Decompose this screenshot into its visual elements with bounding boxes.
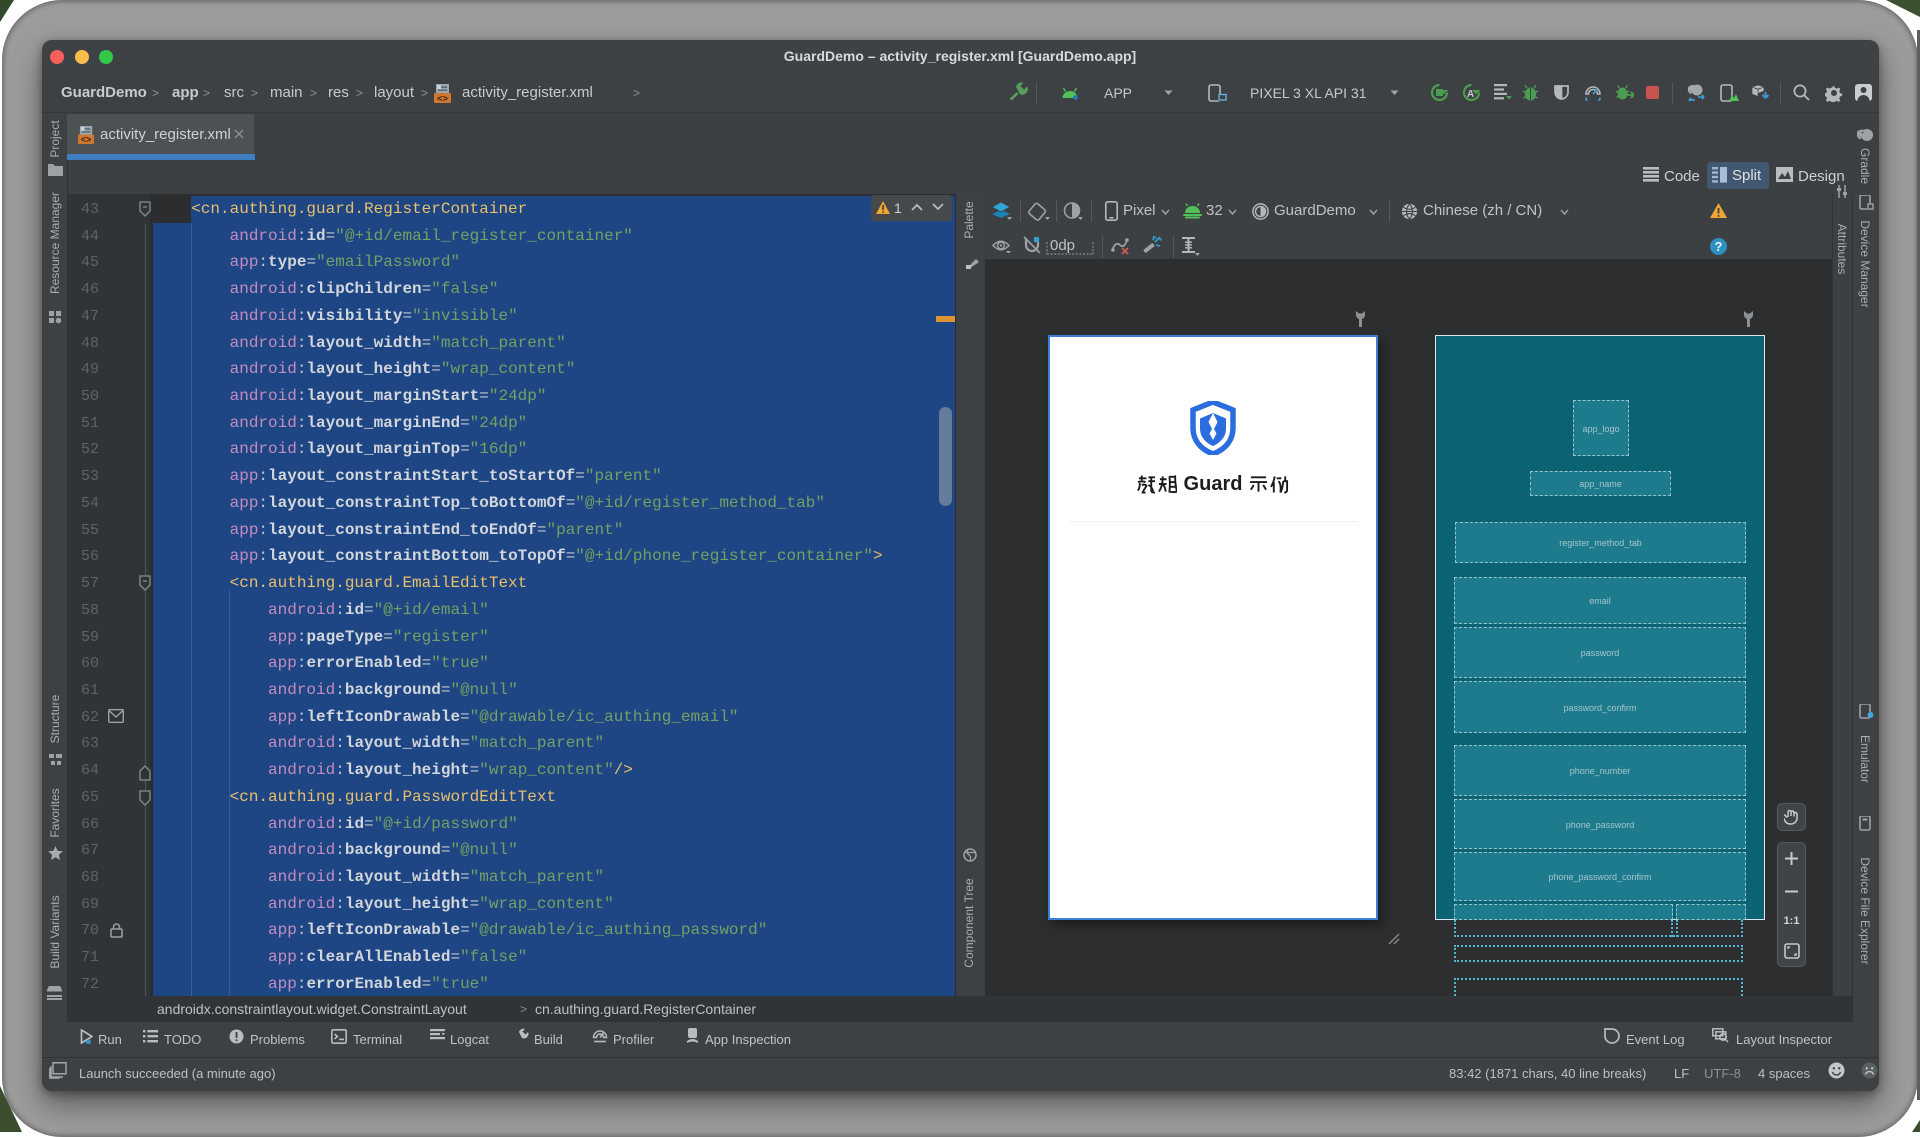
- svg-text:<>: <>: [81, 135, 92, 144]
- svg-text:<>: <>: [437, 94, 449, 104]
- svg-text:A: A: [1467, 89, 1474, 100]
